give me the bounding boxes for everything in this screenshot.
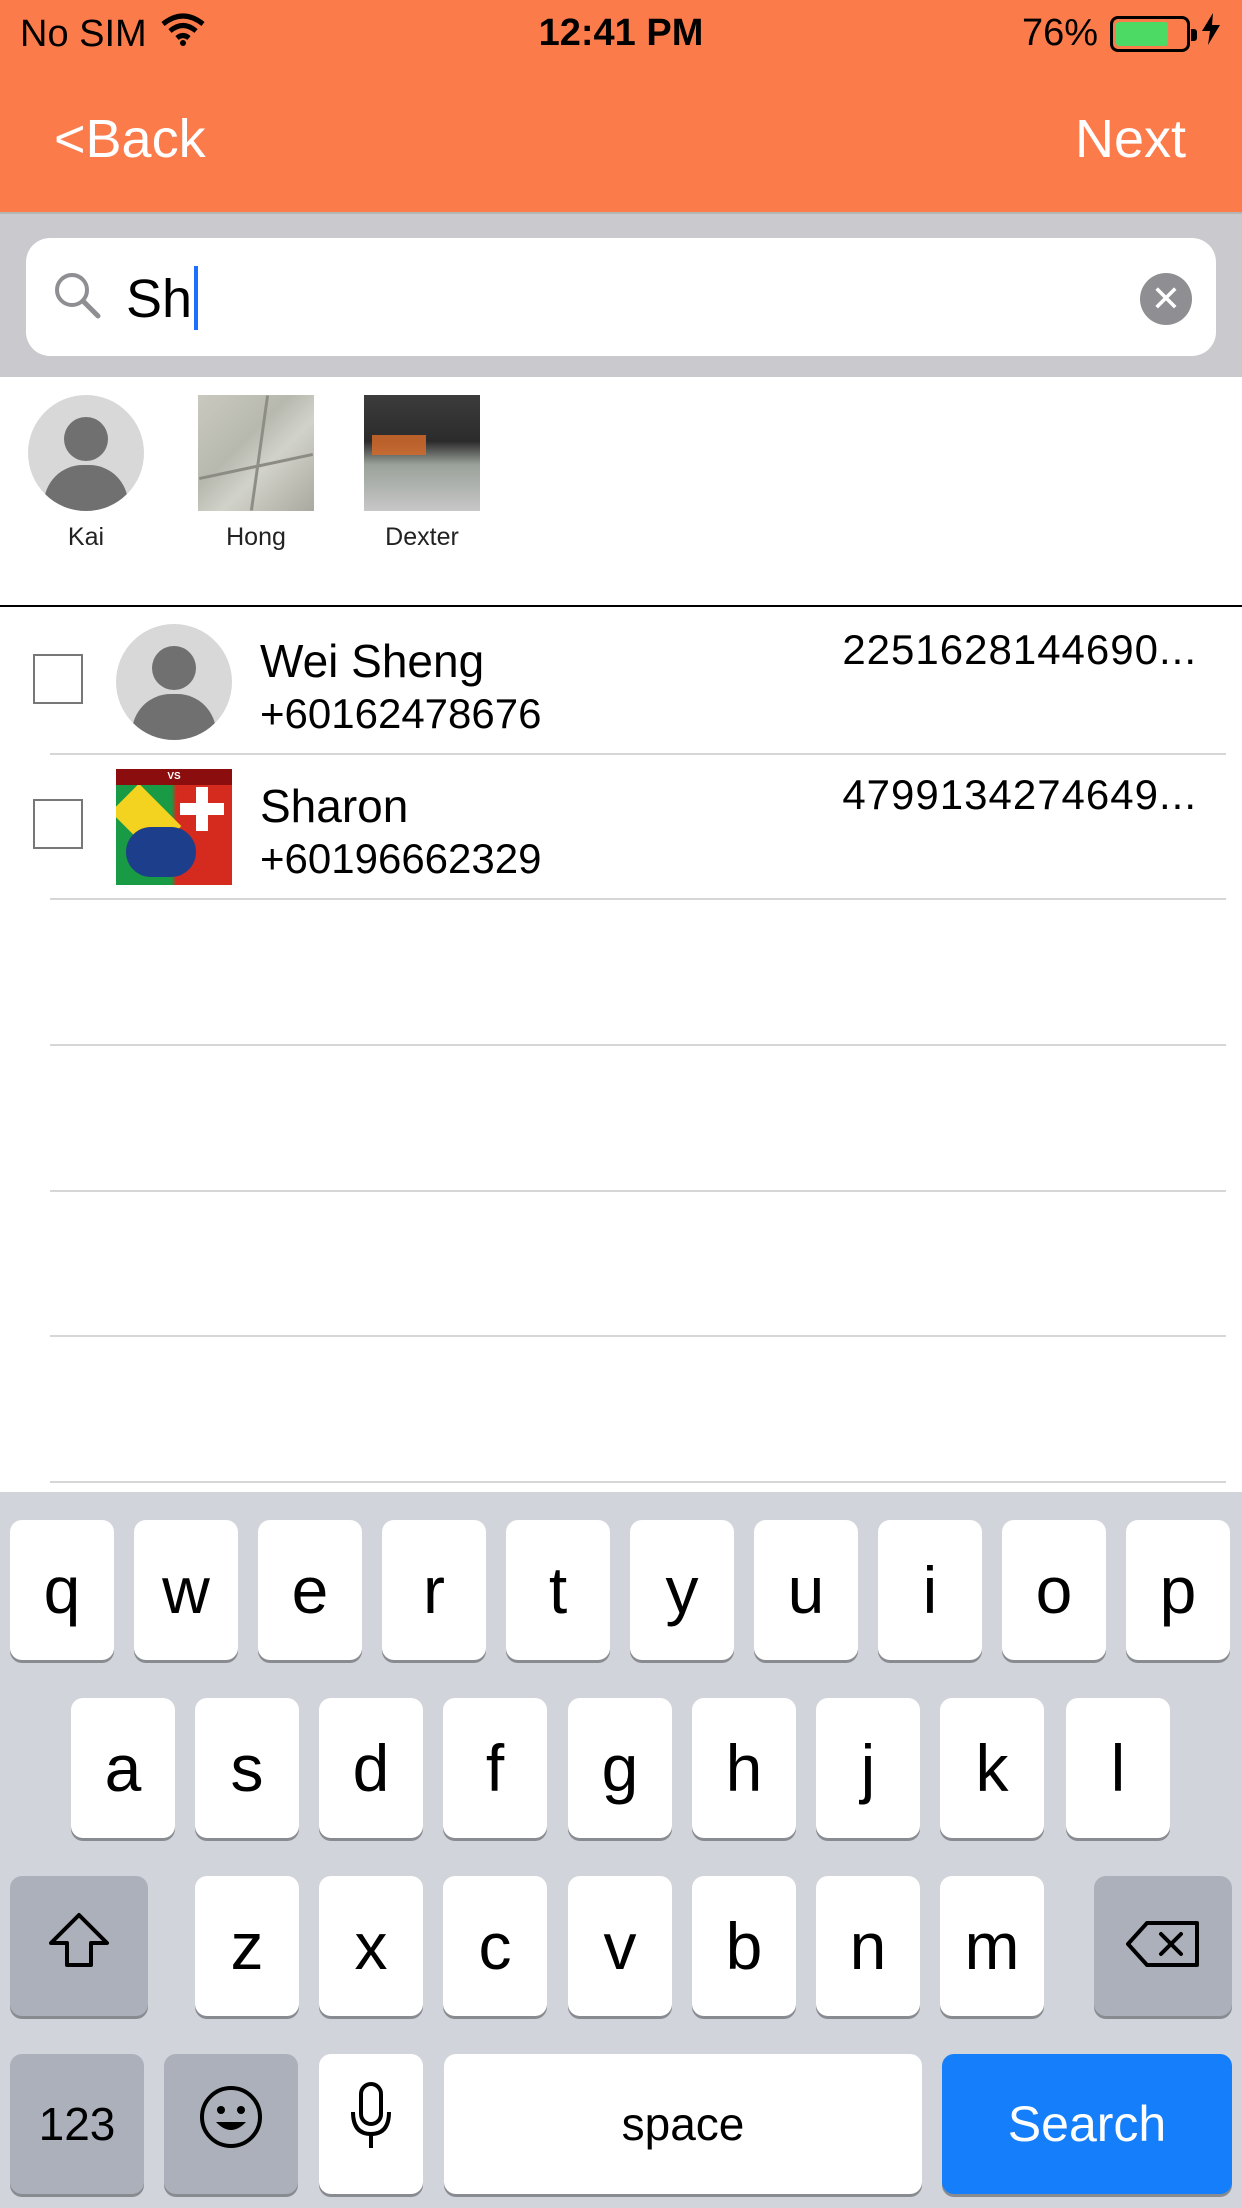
search-input[interactable]: Sh ✕ bbox=[26, 238, 1216, 356]
key-d[interactable]: d bbox=[319, 1698, 423, 1838]
key-i[interactable]: i bbox=[878, 1520, 982, 1660]
contact-name: Sharon bbox=[260, 780, 409, 832]
list-item[interactable]: Wei Sheng +60162478676 2251628144690... bbox=[0, 610, 1242, 756]
selected-contact-name: Hong bbox=[226, 523, 286, 551]
key-s[interactable]: s bbox=[195, 1698, 299, 1838]
key-b[interactable]: b bbox=[692, 1876, 796, 2016]
avatar bbox=[198, 395, 314, 511]
keyboard: q w e r t y u i o p a s d f g h j k l z … bbox=[0, 1492, 1242, 2208]
person-icon bbox=[116, 624, 232, 740]
divider bbox=[50, 1190, 1226, 1192]
key-t[interactable]: t bbox=[506, 1520, 610, 1660]
key-n[interactable]: n bbox=[816, 1876, 920, 2016]
selected-contact-chip[interactable]: Kai bbox=[26, 395, 146, 552]
key-h[interactable]: h bbox=[692, 1698, 796, 1838]
back-button[interactable]: <Back bbox=[54, 108, 206, 170]
emoji-icon bbox=[198, 2084, 264, 2165]
battery-percent: 76% bbox=[1021, 12, 1098, 54]
search-query-text: Sh bbox=[126, 269, 193, 329]
contact-phone: +60162478676 bbox=[260, 690, 542, 737]
key-f[interactable]: f bbox=[443, 1698, 547, 1838]
key-z[interactable]: z bbox=[195, 1876, 299, 2016]
selected-contact-chip[interactable]: Hong bbox=[196, 395, 316, 552]
search-key[interactable]: Search bbox=[942, 2054, 1232, 2194]
search-query: Sh bbox=[126, 265, 199, 330]
selected-contact-name: Kai bbox=[67, 523, 105, 551]
key-r[interactable]: r bbox=[382, 1520, 486, 1660]
avatar bbox=[364, 395, 480, 511]
shift-key[interactable] bbox=[10, 1876, 148, 2016]
battery-icon bbox=[1110, 15, 1197, 52]
search-bar: Sh ✕ bbox=[0, 212, 1242, 377]
numbers-key[interactable]: 123 bbox=[10, 2054, 144, 2194]
key-j[interactable]: j bbox=[816, 1698, 920, 1838]
contact-name: Wei Sheng bbox=[260, 635, 485, 687]
contact-phone: +60196662329 bbox=[260, 835, 542, 882]
key-x[interactable]: x bbox=[319, 1876, 423, 2016]
person-icon bbox=[28, 395, 144, 511]
key-v[interactable]: v bbox=[568, 1876, 672, 2016]
shift-icon bbox=[47, 1908, 111, 1984]
charging-icon bbox=[1202, 12, 1220, 55]
navigation-bar: No SIM 12:41 PM 76% <Back Next bbox=[0, 0, 1242, 212]
contact-id: 2251628144690... bbox=[842, 626, 1197, 673]
search-icon bbox=[52, 270, 102, 325]
divider bbox=[50, 1335, 1226, 1337]
key-q[interactable]: q bbox=[10, 1520, 114, 1660]
key-e[interactable]: e bbox=[258, 1520, 362, 1660]
clear-icon[interactable]: ✕ bbox=[1140, 273, 1192, 325]
next-button[interactable]: Next bbox=[1075, 108, 1186, 170]
list-item[interactable]: VS Sharon +60196662329 4799134274649... bbox=[0, 755, 1242, 901]
dictation-key[interactable] bbox=[319, 2054, 423, 2194]
mic-icon bbox=[349, 2081, 393, 2167]
contact-checkbox[interactable] bbox=[33, 654, 83, 704]
key-u[interactable]: u bbox=[754, 1520, 858, 1660]
divider bbox=[50, 898, 1226, 900]
key-l[interactable]: l bbox=[1066, 1698, 1170, 1838]
key-a[interactable]: a bbox=[71, 1698, 175, 1838]
key-g[interactable]: g bbox=[568, 1698, 672, 1838]
divider bbox=[50, 1481, 1226, 1483]
selected-contacts-strip: Kai Hong Dexter bbox=[0, 377, 1242, 607]
emoji-key[interactable] bbox=[164, 2054, 298, 2194]
space-key[interactable]: space bbox=[444, 2054, 922, 2194]
text-caret bbox=[194, 265, 199, 330]
backspace-icon bbox=[1125, 1908, 1201, 1984]
status-bar: No SIM 12:41 PM 76% bbox=[0, 0, 1242, 66]
selected-contact-chip[interactable]: Dexter bbox=[362, 395, 482, 552]
key-m[interactable]: m bbox=[940, 1876, 1044, 2016]
key-y[interactable]: y bbox=[630, 1520, 734, 1660]
key-k[interactable]: k bbox=[940, 1698, 1044, 1838]
key-w[interactable]: w bbox=[134, 1520, 238, 1660]
backspace-key[interactable] bbox=[1094, 1876, 1232, 2016]
avatar: VS bbox=[116, 769, 232, 885]
selected-contact-name: Dexter bbox=[385, 523, 459, 551]
key-c[interactable]: c bbox=[443, 1876, 547, 2016]
key-p[interactable]: p bbox=[1126, 1520, 1230, 1660]
divider bbox=[50, 1044, 1226, 1046]
key-o[interactable]: o bbox=[1002, 1520, 1106, 1660]
contact-id: 4799134274649... bbox=[842, 771, 1197, 818]
contact-checkbox[interactable] bbox=[33, 799, 83, 849]
